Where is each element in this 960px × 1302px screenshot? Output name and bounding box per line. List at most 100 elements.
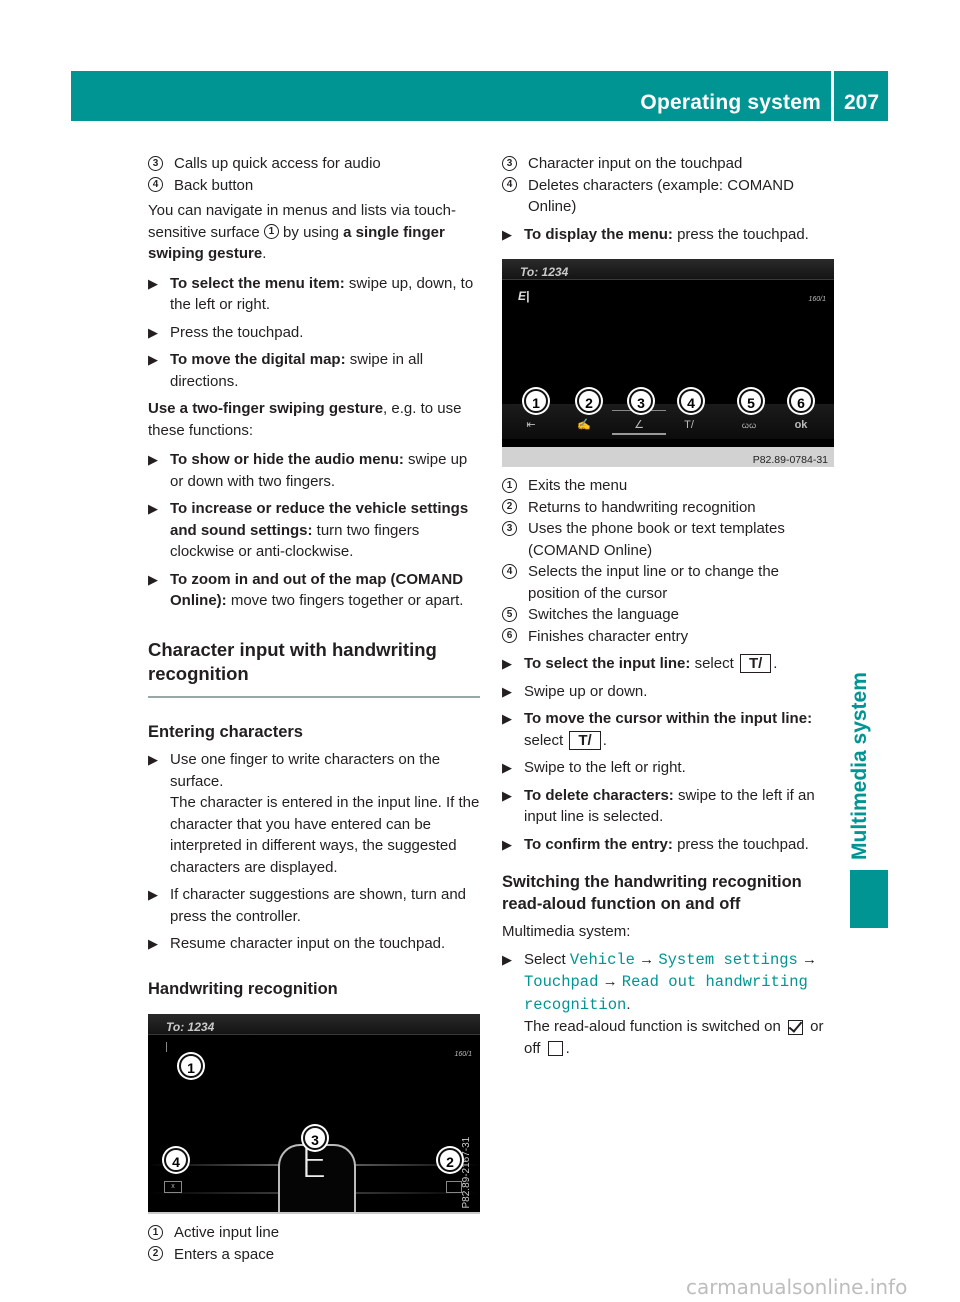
step-text: . (626, 995, 631, 1013)
step-text: press the touchpad. (672, 835, 809, 853)
legend-text: Character input on the touchpad (528, 155, 743, 172)
step-bold: To move the cursor within the input line… (524, 710, 813, 727)
side-tab-marker (850, 870, 888, 928)
legend-item: 1 Active input line (148, 1222, 480, 1244)
ok-icon[interactable]: ok (786, 415, 816, 437)
page-number-box: 207 (834, 71, 888, 121)
text-cursor-key: T/ (569, 730, 601, 750)
callout-number: 6 (502, 628, 517, 644)
screen-topbar: To: 1234 (502, 259, 834, 280)
language-icon[interactable]: ꞷꞷ (734, 415, 764, 437)
text-cursor-key: T/ (739, 654, 772, 673)
legend-text: Finishes character entry (528, 627, 689, 645)
arrow-icon: → (639, 950, 655, 968)
right-column: 3 Character input on the touchpad 4 Dele… (502, 153, 834, 1065)
step-arrow-icon: ▶ (148, 324, 158, 340)
callout-number: 4 (502, 177, 517, 193)
intro-text: . (262, 245, 267, 262)
step-text: Resume character input on the touchpad. (170, 935, 446, 952)
instruction-step: ▶ Press the touchpad. (148, 322, 480, 344)
legend-item: 3 Uses the phone book or text templates (… (502, 518, 834, 561)
legend-text: Calls up quick access for audio (174, 155, 381, 172)
legend-text: Uses the phone book or text templates (C… (528, 520, 785, 559)
callout-2: 2 (438, 1148, 462, 1172)
exit-icon[interactable]: ⇤ (516, 415, 546, 437)
watermark: carmanualsonline.info (686, 1275, 908, 1299)
step-bold: To delete characters: (524, 786, 674, 804)
templates-icon[interactable]: ∠ (624, 415, 654, 437)
recipient-label: To: 1234 (166, 1020, 215, 1034)
subsection-heading: Entering characters (148, 722, 303, 741)
legend-item: 2 Returns to handwriting recognition (502, 497, 834, 519)
step-text: select (690, 655, 738, 672)
legend-text: Active input line (174, 1224, 280, 1241)
multimedia-label: Multimedia system: (502, 923, 631, 940)
step-arrow-icon: ▶ (502, 711, 512, 726)
legend-text: Switches the language (528, 606, 679, 623)
step-bold: To confirm the entry: (524, 835, 673, 853)
callout-number: 4 (148, 177, 163, 193)
step-arrow-icon: ▶ (148, 752, 158, 767)
backspace-icon[interactable]: x (164, 1181, 182, 1193)
callout-3: 3 (629, 389, 653, 413)
step-note: The character is entered in the input li… (170, 794, 480, 876)
header-bar: Operating system (71, 71, 831, 121)
callout-number: 2 (502, 499, 517, 515)
handwritten-character: E (300, 1137, 328, 1188)
instruction-step: ▶ To select the input line: select T/. (502, 653, 834, 675)
char-counter: 160/1 (454, 1051, 472, 1058)
handwriting-icon[interactable]: ✍ (569, 415, 599, 437)
callout-6: 6 (789, 389, 813, 413)
menu-path-vehicle[interactable]: Vehicle (570, 951, 635, 969)
figure-code: P82.89-2167-31 (461, 1136, 473, 1208)
menu-screenshot: To: 1234 E| 160/1 ⇤ ✍ ∠ T/ ꞷꞷ ok 1 2 3 4… (502, 259, 834, 467)
step-arrow-icon: ▶ (148, 352, 158, 367)
instruction-step: ▶ Swipe to the left or right. (502, 757, 834, 779)
instruction-step: ▶ To select the menu item: swipe up, dow… (148, 273, 480, 316)
text-cursor-icon[interactable]: T/ (674, 415, 704, 437)
step-arrow-icon: ▶ (502, 836, 512, 852)
step-bold: To move the digital map: (170, 351, 346, 368)
instruction-step: ▶ Resume character input on the touchpad… (148, 933, 480, 955)
step-text: Swipe to the left or right. (524, 759, 686, 776)
step-note: The read-aloud function is switched on (524, 1018, 785, 1035)
checkbox-unchecked-icon (547, 1041, 563, 1057)
callout-4: 4 (679, 389, 703, 413)
intro-paragraph: You can navigate in menus and lists via … (148, 200, 480, 265)
legend-item: 5 Switches the language (502, 604, 834, 626)
screen-topbar: To: 1234 (148, 1014, 480, 1035)
step-text: Press the touchpad. (170, 323, 304, 341)
left-column: 3 Calls up quick access for audio 4 Back… (148, 153, 480, 1265)
checkbox-checked-icon (787, 1019, 803, 1035)
step-bold: To show or hide the audio menu: (170, 451, 404, 468)
instruction-step: ▶ Swipe up or down. (502, 681, 834, 703)
step-arrow-icon: ▶ (502, 683, 512, 699)
figure-code: P82.89-0784-31 (752, 454, 828, 466)
callout-2: 2 (577, 389, 601, 413)
legend-text: Deletes characters (example: COMAND Onli… (528, 176, 794, 216)
legend-item: 3 Character input on the touchpad (502, 153, 834, 175)
instruction-step: ▶ Use one finger to write characters on … (148, 749, 480, 878)
menu-path-touchpad[interactable]: Touchpad (524, 973, 598, 991)
instruction-step: ▶ To move the cursor within the input li… (502, 708, 834, 751)
callout-number: 5 (502, 606, 517, 622)
instruction-step: ▶ If character suggestions are shown, tu… (148, 884, 480, 927)
callout-number: 4 (502, 563, 517, 579)
legend-text: Back button (174, 176, 254, 194)
step-arrow-icon: ▶ (502, 951, 512, 967)
section-title: Operating system (640, 91, 821, 114)
instruction-step: ▶ Select Vehicle → System settings → Tou… (502, 949, 834, 1060)
callout-4: 4 (164, 1148, 188, 1172)
step-text: Use one finger to write characters on th… (170, 751, 441, 790)
menu-path-system-settings[interactable]: System settings (658, 951, 798, 969)
step-arrow-icon: ▶ (502, 787, 512, 803)
callout-number: 1 (263, 224, 279, 240)
instruction-step: ▶ To increase or reduce the vehicle sett… (148, 498, 480, 563)
step-text: Swipe up or down. (524, 682, 648, 700)
instruction-step: ▶ To zoom in and out of the map (COMAND … (148, 569, 480, 612)
step-note: . (565, 1039, 570, 1057)
arrow-icon: → (602, 973, 618, 990)
legend-item: 4 Selects the input line or to change the… (502, 561, 834, 604)
subsection-heading: Handwriting recognition (148, 979, 338, 998)
menu-bar (502, 404, 834, 439)
